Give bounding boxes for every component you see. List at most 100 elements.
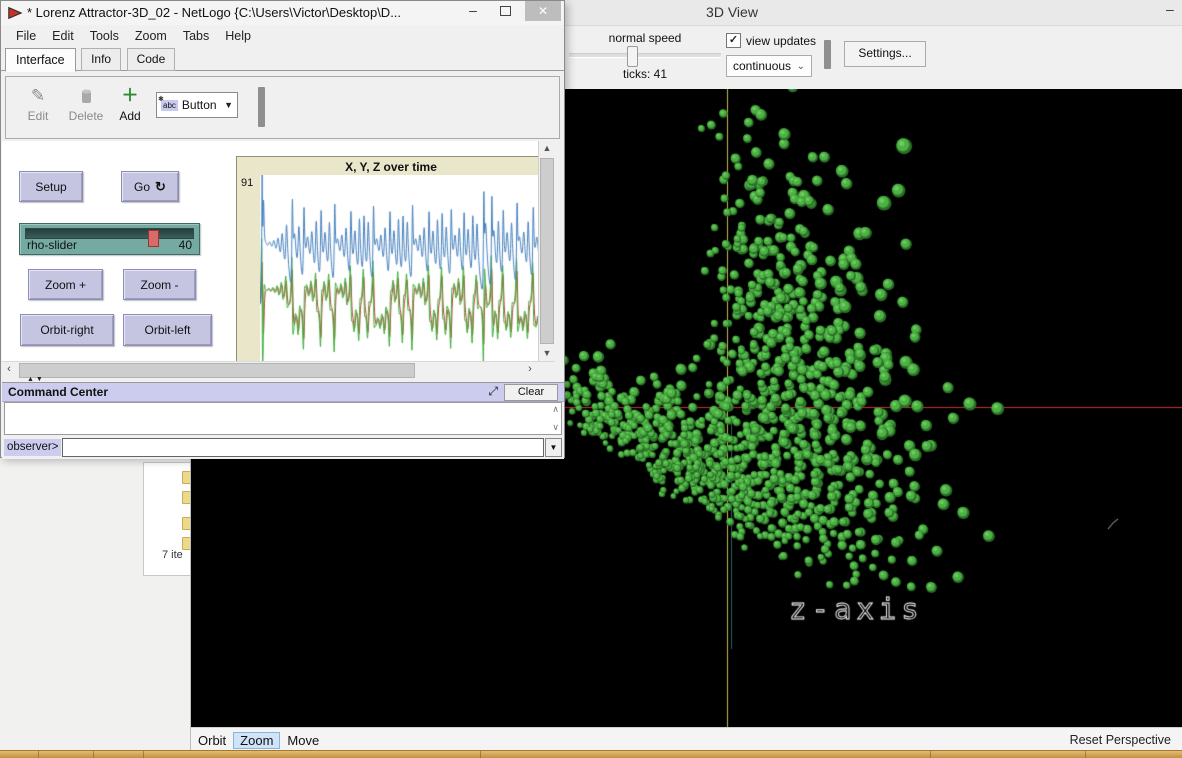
toolbar-separator <box>258 87 265 127</box>
menu-edit[interactable]: Edit <box>45 27 81 45</box>
rho-slider[interactable]: rho-slider 40 <box>19 223 200 255</box>
go-button-label: Go <box>134 180 150 194</box>
menubar: File Edit Tools Zoom Tabs Help <box>1 25 564 47</box>
eraser-icon <box>64 83 108 109</box>
window-title: * Lorenz Attractor-3D_02 - NetLogo {C:\U… <box>27 5 401 20</box>
maximize-button[interactable] <box>492 1 518 21</box>
plot-y-max-label: 91 <box>241 177 253 189</box>
add-tool-label: Add <box>119 109 140 123</box>
command-center-title: Command Center <box>8 385 108 399</box>
rho-slider-thumb[interactable] <box>148 230 159 247</box>
screen: 7 ite 3D View – normal speed ticks: 41 ✓… <box>0 0 1182 758</box>
setup-button-label: Setup <box>35 180 66 194</box>
scroll-right-icon[interactable]: › <box>522 362 538 378</box>
view-updates-group: ✓ view updates continuous ⌄ <box>726 33 816 77</box>
vertical-scrollbar-thumb[interactable] <box>540 158 554 344</box>
settings-button[interactable]: Settings... <box>844 41 926 67</box>
edit-tool-button[interactable]: ✎ Edit <box>18 83 58 123</box>
command-input[interactable] <box>62 438 544 457</box>
rho-slider-value: 40 <box>179 238 192 252</box>
zoom-plus-button[interactable]: Zoom + <box>28 269 103 300</box>
scroll-up-icon[interactable]: ▲ <box>539 141 555 156</box>
plot-canvas <box>260 175 538 361</box>
view3d-navbar: Orbit Zoom Move Reset Perspective <box>191 727 1182 751</box>
close-button[interactable]: ✕ <box>525 1 561 21</box>
menu-tools[interactable]: Tools <box>83 27 126 45</box>
menu-zoom[interactable]: Zoom <box>128 27 174 45</box>
observer-prompt: observer> <box>4 439 61 456</box>
nav-tab-move[interactable]: Move <box>280 732 326 749</box>
widget-type-value: Button <box>182 98 217 112</box>
clear-button[interactable]: Clear <box>504 384 558 401</box>
expand-icon[interactable]: ⤢ <box>488 384 498 399</box>
edit-tool-label: Edit <box>28 109 49 123</box>
explorer-file-list: 7 ite <box>143 462 190 576</box>
chevron-down-icon: ▼ <box>224 100 233 110</box>
speed-slider-thumb[interactable] <box>627 46 638 67</box>
vertical-scrollbar[interactable]: ▲ ▼ <box>538 141 555 361</box>
zoom-minus-button[interactable]: Zoom - <box>123 269 196 300</box>
plus-icon: ＋ <box>114 83 146 109</box>
nav-tab-orbit[interactable]: Orbit <box>191 732 233 749</box>
forever-icon: ↻ <box>155 179 166 195</box>
folder-icon <box>182 491 190 504</box>
minimize-icon[interactable]: – <box>1166 4 1182 18</box>
view-updates-checkbox[interactable]: ✓ <box>726 33 741 48</box>
orbit-right-label: Orbit-right <box>40 323 93 337</box>
widget-type-select[interactable]: ✱abc Button ▼ <box>156 92 238 118</box>
tab-info[interactable]: Info <box>81 48 121 71</box>
explorer-items-count: 7 ite <box>162 549 183 561</box>
update-mode-select[interactable]: continuous ⌄ <box>726 55 812 77</box>
delete-tool-button[interactable]: Delete <box>64 83 108 123</box>
update-mode-value: continuous <box>733 59 791 73</box>
folder-icon <box>182 517 190 530</box>
plot-widget[interactable]: X, Y, Z over time 91 <box>236 156 538 361</box>
speed-slider[interactable] <box>569 53 721 58</box>
horizontal-scrollbar-thumb[interactable] <box>19 363 415 378</box>
menu-tabs[interactable]: Tabs <box>176 27 216 45</box>
interface-canvas: Setup Go ↻ rho-slider 40 Zoom + Zoom - O… <box>2 141 538 361</box>
orbit-left-label: Orbit-left <box>144 323 190 337</box>
command-output[interactable]: ∧ ∨ <box>4 402 562 435</box>
setup-button[interactable]: Setup <box>19 171 83 202</box>
command-center: Command Center ⤢ Clear ∧ ∨ observer> ▼ <box>2 382 564 459</box>
pencil-icon: ✎ <box>18 83 58 109</box>
add-tool-button[interactable]: ＋ Add <box>114 83 146 123</box>
netlogo-titlebar: * Lorenz Attractor-3D_02 - NetLogo {C:\U… <box>1 1 564 25</box>
nav-tab-zoom[interactable]: Zoom <box>233 732 280 749</box>
text-widget-icon: ✱abc <box>161 100 178 111</box>
zoom-plus-label: Zoom + <box>45 278 86 292</box>
menu-file[interactable]: File <box>9 27 43 45</box>
scroll-up-icon[interactable]: ∧ <box>552 404 559 415</box>
orbit-right-button[interactable]: Orbit-right <box>20 314 114 346</box>
minimize-button[interactable]: – <box>460 1 486 19</box>
chevron-down-icon: ⌄ <box>797 61 805 72</box>
folder-icon <box>182 537 190 550</box>
history-dropdown-button[interactable]: ▼ <box>545 438 562 457</box>
explorer-window: 7 ite <box>0 455 190 751</box>
tab-interface[interactable]: Interface <box>5 48 76 72</box>
scroll-left-icon[interactable]: ‹ <box>1 362 17 378</box>
orbit-left-button[interactable]: Orbit-left <box>123 314 212 346</box>
toolbar-separator <box>824 40 831 69</box>
scroll-down-icon[interactable]: ▼ <box>539 346 555 361</box>
zoom-minus-label: Zoom - <box>140 278 178 292</box>
delete-tool-label: Delete <box>69 109 104 123</box>
horizontal-scrollbar[interactable]: ‹ › <box>1 361 555 378</box>
ticks-counter: ticks: 41 <box>569 67 721 81</box>
desktop-strip <box>0 750 1182 758</box>
reset-perspective-button[interactable]: Reset Perspective <box>1070 733 1182 747</box>
view-updates-label: view updates <box>746 34 816 48</box>
widget-toolbar: ✎ Edit Delete ＋ Add ✱abc Button ▼ <box>5 76 560 139</box>
go-button[interactable]: Go ↻ <box>121 171 179 202</box>
observer-row: observer> ▼ <box>4 438 562 457</box>
tab-code[interactable]: Code <box>127 48 176 71</box>
speed-control: normal speed ticks: 41 <box>569 31 721 81</box>
plot-area <box>260 175 538 361</box>
rho-slider-label: rho-slider <box>27 238 77 252</box>
tab-row: Interface Info Code <box>1 47 564 71</box>
speed-label: normal speed <box>609 31 682 45</box>
plot-title: X, Y, Z over time <box>237 157 538 174</box>
scroll-down-icon[interactable]: ∨ <box>552 422 559 433</box>
menu-help[interactable]: Help <box>218 27 258 45</box>
